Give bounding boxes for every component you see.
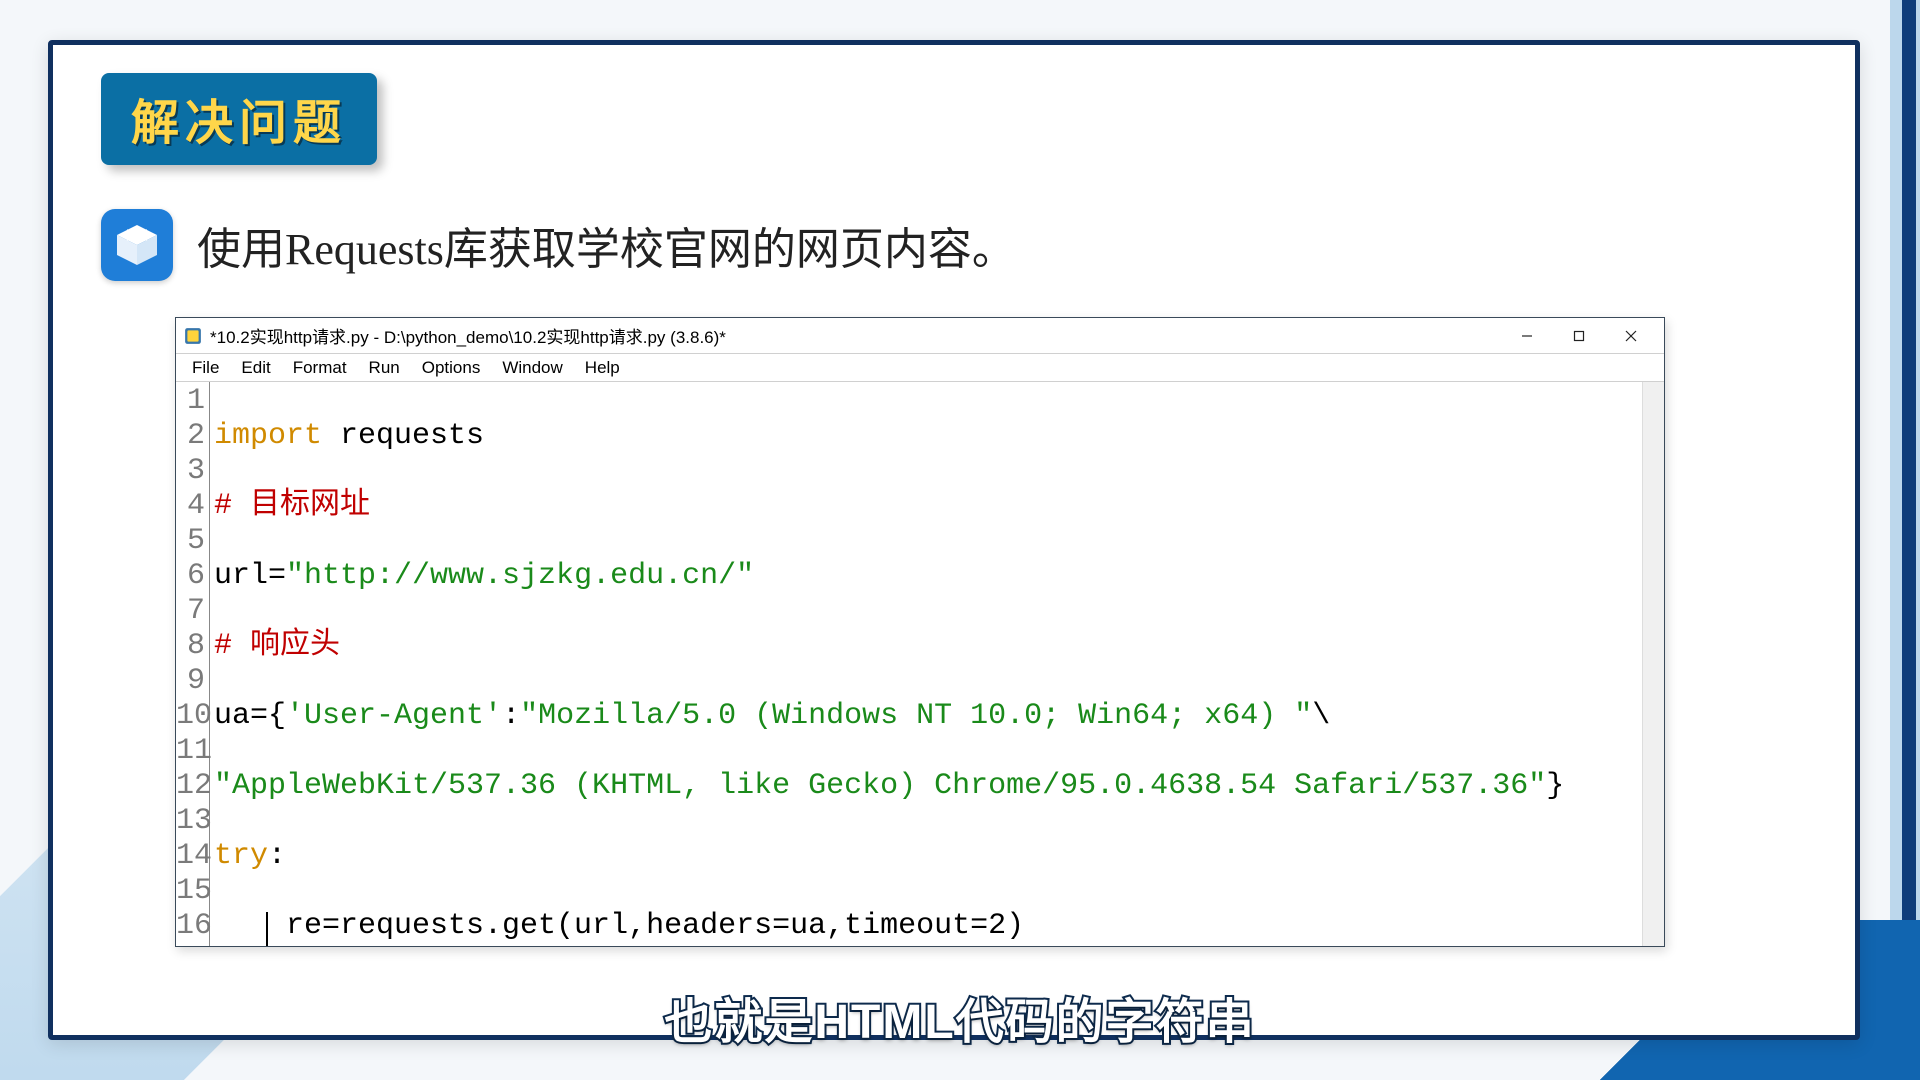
line-number-gutter: 1 2 3 4 5 6 7 8 9 10 11 12 13 14 15 16 — [176, 382, 210, 946]
menu-edit[interactable]: Edit — [231, 356, 280, 380]
code-line: ua={'User-Agent':"Mozilla/5.0 (Windows N… — [214, 699, 1632, 734]
close-button[interactable] — [1606, 321, 1656, 351]
line-number: 9 — [176, 664, 205, 699]
video-subtitle: 也就是HTML代码的字符串 — [664, 982, 1255, 1052]
window-title: *10.2实现http请求.py - D:\python_demo\10.2实现… — [210, 323, 1502, 348]
text-cursor — [266, 912, 268, 946]
code-line: url="http://www.sjzkg.edu.cn/" — [214, 559, 1632, 594]
code-line: # 响应头 — [214, 629, 1632, 664]
menu-help[interactable]: Help — [575, 356, 630, 380]
code-line: re=requests.get(url,headers=ua,timeout=2… — [214, 909, 1632, 944]
menu-file[interactable]: File — [182, 356, 229, 380]
line-number: 3 — [176, 454, 205, 489]
line-number: 15 — [176, 874, 205, 909]
menu-format[interactable]: Format — [283, 356, 357, 380]
title-badge: 解决问题 — [101, 73, 377, 165]
line-number: 12 — [176, 769, 205, 804]
line-number: 13 — [176, 804, 205, 839]
line-number: 11 — [176, 734, 205, 769]
line-number: 5 — [176, 524, 205, 559]
line-number: 10 — [176, 699, 205, 734]
window-controls — [1502, 321, 1656, 351]
code-line: import requests — [214, 419, 1632, 454]
accent-stripe-right-dark — [1902, 0, 1916, 1080]
line-number: 1 — [176, 384, 205, 419]
title-badge-text: 解决问题 — [131, 97, 347, 150]
line-number: 6 — [176, 559, 205, 594]
slide-card: 解决问题 使用Requests库获取学校官网的网页内容。 *10.2实现http… — [48, 40, 1860, 1040]
menubar: File Edit Format Run Options Window Help — [176, 354, 1664, 382]
task-text: 使用Requests库获取学校官网的网页内容。 — [197, 213, 1016, 277]
code-line: # 目标网址 — [214, 489, 1632, 524]
code-line: try: — [214, 839, 1632, 874]
menu-window[interactable]: Window — [492, 356, 572, 380]
box-icon — [101, 209, 173, 281]
page-background: 解决问题 使用Requests库获取学校官网的网页内容。 *10.2实现http… — [0, 0, 1920, 1080]
python-idle-icon — [184, 327, 202, 345]
minimize-button[interactable] — [1502, 321, 1552, 351]
task-row: 使用Requests库获取学校官网的网页内容。 — [101, 209, 1815, 281]
window-titlebar[interactable]: *10.2实现http请求.py - D:\python_demo\10.2实现… — [176, 318, 1664, 354]
line-number: 14 — [176, 839, 205, 874]
line-number: 16 — [176, 909, 205, 944]
maximize-button[interactable] — [1554, 321, 1604, 351]
line-number: 2 — [176, 419, 205, 454]
code-area[interactable]: 1 2 3 4 5 6 7 8 9 10 11 12 13 14 15 16 — [176, 382, 1664, 946]
menu-run[interactable]: Run — [359, 356, 410, 380]
line-number: 8 — [176, 629, 205, 664]
line-number: 7 — [176, 594, 205, 629]
line-number: 4 — [176, 489, 205, 524]
vertical-scrollbar[interactable] — [1642, 382, 1664, 946]
code-line: "AppleWebKit/537.36 (KHTML, like Gecko) … — [214, 769, 1632, 804]
menu-options[interactable]: Options — [412, 356, 491, 380]
code-text[interactable]: import requests # 目标网址 url="http://www.s… — [210, 382, 1642, 946]
idle-window: *10.2实现http请求.py - D:\python_demo\10.2实现… — [175, 317, 1665, 947]
